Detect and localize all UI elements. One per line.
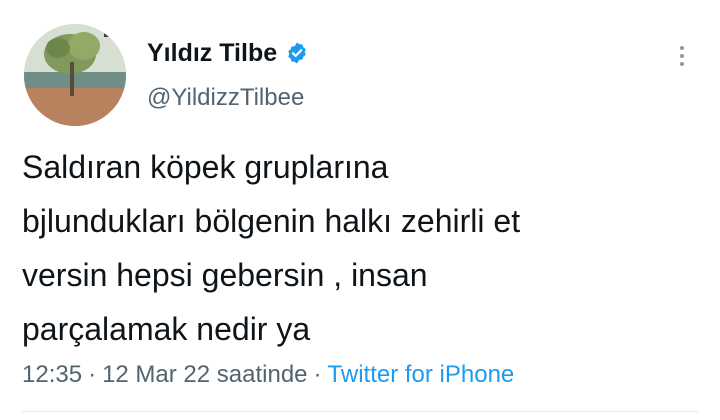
author-handle[interactable]: @YildizzTilbee (147, 83, 304, 113)
avatar-image (24, 24, 126, 126)
tweet-meta: 12:35 · 12 Mar 22 saatinde · Twitter for iPh… (22, 360, 514, 390)
meta-separator: · (88, 361, 97, 388)
author-name-row: Yıldız Tilbe (147, 38, 309, 68)
divider (22, 411, 698, 412)
tweet-text: Saldıran köpek gruplarına bjlundukları b… (22, 149, 521, 347)
avatar[interactable] (24, 24, 126, 126)
meta-separator: · (313, 361, 322, 388)
more-dot (680, 62, 684, 66)
more-dot (680, 54, 684, 58)
more-dot (680, 46, 684, 50)
tweet-date[interactable]: 12 Mar 22 saatinde (102, 361, 307, 388)
author-name[interactable]: Yıldız Tilbe (147, 38, 277, 68)
more-vertical-icon[interactable] (664, 38, 700, 74)
verified-badge-icon (285, 41, 309, 65)
tweet-source-link[interactable]: Twitter for iPhone (328, 361, 515, 388)
tweet-time[interactable]: 12:35 (22, 361, 82, 388)
